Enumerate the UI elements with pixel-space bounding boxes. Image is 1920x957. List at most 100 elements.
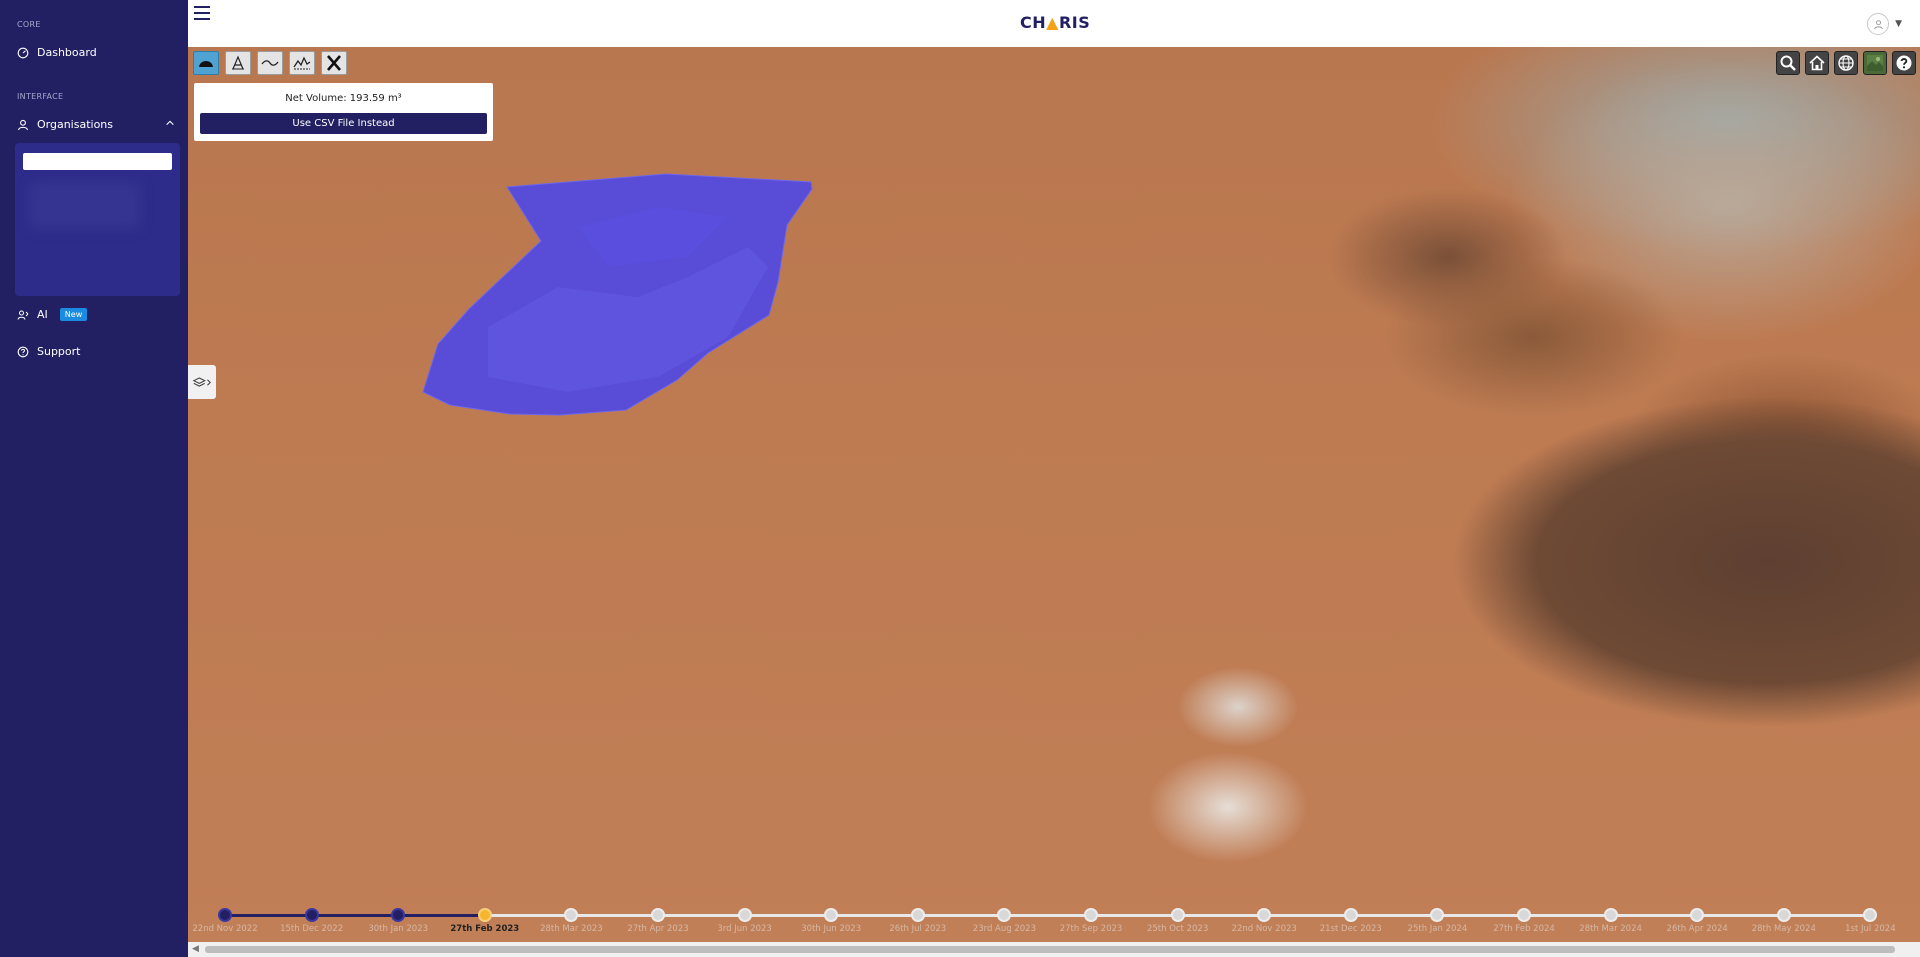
net-volume-text: Net Volume: 193.59 m³ <box>285 93 402 104</box>
timeline-node[interactable] <box>1084 908 1098 922</box>
timeline-node[interactable] <box>997 908 1012 922</box>
timeline-node[interactable] <box>737 908 752 922</box>
sidebar-item-label: Support <box>37 345 81 358</box>
interface-heading: INTERFACE <box>17 92 64 101</box>
sidebar-item-organisations[interactable]: Organisations <box>17 118 175 131</box>
map-controls <box>1776 51 1916 75</box>
timeline-node[interactable] <box>1343 908 1358 922</box>
close-icon <box>327 55 341 71</box>
base-layer-picker-button[interactable] <box>1863 51 1887 75</box>
dashboard-icon <box>17 47 29 59</box>
layers-toggle-button[interactable] <box>188 365 216 399</box>
map-viewport[interactable]: Net Volume: 193.59 m³ Use CSV File Inste… <box>188 47 1920 957</box>
timeline-date-label: 27th Feb 2023 <box>450 924 520 934</box>
scene-mode-button[interactable] <box>1834 51 1858 75</box>
timeline-node[interactable] <box>824 908 839 922</box>
profile-tool-button[interactable] <box>289 51 315 75</box>
sidebar-item-label: Organisations <box>37 118 114 131</box>
core-heading: CORE <box>17 20 41 29</box>
timeline-date-label: 26th Apr 2024 <box>1666 924 1728 934</box>
volume-icon <box>199 61 213 67</box>
use-csv-file-button[interactable]: Use CSV File Instead <box>200 113 487 134</box>
timeline-node[interactable] <box>477 908 492 922</box>
timeline-node[interactable] <box>1170 908 1185 922</box>
timeline-date-label: 27th Sep 2023 <box>1059 924 1123 934</box>
help-button[interactable] <box>1892 51 1916 75</box>
timeline-node[interactable] <box>651 908 665 922</box>
logo-triangle-icon: ▲ <box>1046 13 1059 32</box>
help-icon <box>1896 55 1912 71</box>
measure-toolbar <box>193 51 347 75</box>
hamburger-menu-icon[interactable] <box>194 6 210 20</box>
timeline-node[interactable] <box>218 908 232 922</box>
sidebar-item-label: Dashboard <box>37 46 97 59</box>
timeline-date-label: 27th Apr 2023 <box>627 924 689 934</box>
timeline-date-label: 28th May 2024 <box>1751 924 1816 934</box>
scroll-left-icon[interactable]: ◀ <box>192 944 199 954</box>
volume-selection-polygon[interactable] <box>188 47 1920 957</box>
globe-icon <box>1838 55 1854 71</box>
sidebar-item-dashboard[interactable]: Dashboard <box>17 46 97 59</box>
timeline-date-label: 22nd Nov 2022 <box>192 924 258 934</box>
sidebar-item-label: AI <box>37 308 48 321</box>
timeline-date-label: 25th Oct 2023 <box>1146 924 1209 934</box>
timeline-node[interactable] <box>564 908 579 922</box>
timeline-date-label: 3rd Jun 2023 <box>717 924 772 934</box>
timeline-date-label: 30th Jun 2023 <box>801 924 862 934</box>
organisation-list[interactable] <box>30 183 140 228</box>
layers-icon <box>192 376 211 387</box>
charis-logo: CH▲RIS <box>1020 13 1090 32</box>
sidebar-item-support[interactable]: Support <box>17 345 80 358</box>
home-button[interactable] <box>1805 51 1829 75</box>
scrollbar-thumb[interactable] <box>205 946 1895 953</box>
sidebar-item-ai[interactable]: AI New <box>17 308 88 321</box>
timeline-date-label: 1st Jul 2024 <box>1845 924 1896 934</box>
timeline-node[interactable] <box>304 908 319 922</box>
timeline-node[interactable] <box>1517 908 1531 922</box>
search-icon <box>1780 55 1796 71</box>
organisations-panel <box>15 143 180 296</box>
timeline-node[interactable] <box>391 908 406 922</box>
timeline-node[interactable] <box>1776 908 1791 922</box>
organisation-search-input[interactable] <box>23 153 172 170</box>
top-header: CH▲RIS ▼ <box>188 0 1920 47</box>
volume-result-panel: Net Volume: 193.59 m³ Use CSV File Inste… <box>194 83 493 141</box>
timeline-date-label: 23rd Aug 2023 <box>972 924 1036 934</box>
line-tool-button[interactable] <box>257 51 283 75</box>
help-circle-icon <box>17 346 29 358</box>
timeline-date-label: 28th Mar 2023 <box>540 924 603 934</box>
home-icon <box>1809 55 1825 71</box>
timeline-node[interactable] <box>910 908 925 922</box>
wave-line-icon <box>261 60 279 66</box>
chevron-up-icon[interactable] <box>165 118 175 131</box>
timeline-date-label: 21st Dec 2023 <box>1319 924 1382 934</box>
timeline-date-label: 28th Mar 2024 <box>1579 924 1642 934</box>
survey-timeline: 22nd Nov 2022 15th Dec 2022 30th Jan 2023 2… <box>188 908 1920 957</box>
elevation-profile-icon <box>293 56 311 70</box>
avatar <box>1867 13 1890 35</box>
timeline-date-label: 22nd Nov 2023 <box>1231 924 1297 934</box>
logo-text-left: CH <box>1020 13 1047 32</box>
clear-measurements-button[interactable] <box>321 51 347 75</box>
caret-down-icon: ▼ <box>1895 19 1902 29</box>
search-button[interactable] <box>1776 51 1800 75</box>
volume-tool-button[interactable] <box>193 51 219 75</box>
logo-text-right: RIS <box>1058 13 1091 32</box>
timeline-date-label: 30th Jan 2023 <box>368 924 429 934</box>
timeline-date-label: 15th Dec 2022 <box>280 924 344 934</box>
user-menu-button[interactable]: ▼ <box>1867 13 1902 35</box>
timeline-progress <box>225 914 487 917</box>
timeline-node[interactable] <box>1603 908 1618 922</box>
timeline-node[interactable] <box>1690 908 1705 922</box>
timeline-scrollbar[interactable]: ◀ <box>188 942 1920 957</box>
imagery-icon <box>1867 55 1883 71</box>
timeline-date-label: 27th Feb 2024 <box>1493 924 1555 934</box>
timeline-node[interactable] <box>1257 908 1272 922</box>
annotation-tool-button[interactable] <box>225 51 251 75</box>
timeline-node[interactable] <box>1863 908 1878 922</box>
timeline-date-label: 25th Jan 2024 <box>1407 924 1468 934</box>
sidebar: CORE Dashboard INTERFACE Organisations A… <box>0 0 188 957</box>
user-icon <box>17 119 29 131</box>
timeline-node[interactable] <box>1430 908 1445 922</box>
timeline-date-label: 26th Jul 2023 <box>889 924 947 934</box>
